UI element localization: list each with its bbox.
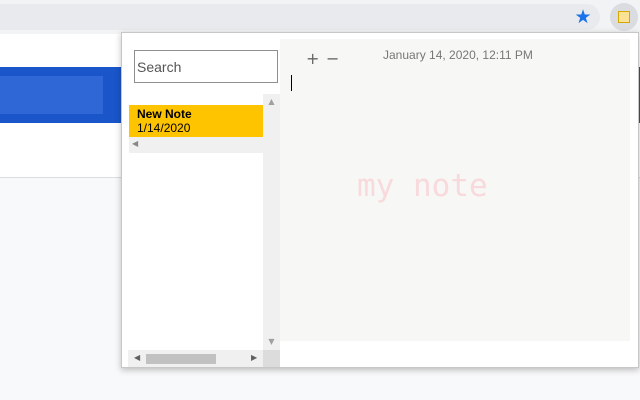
scroll-right-icon[interactable]: ▶ — [251, 353, 257, 362]
star-icon[interactable]: ★ — [573, 7, 593, 27]
add-note-button[interactable]: + — [306, 51, 319, 67]
horizontal-scrollbar[interactable]: ◀ ▶ — [128, 350, 263, 367]
notes-popup: New Note 1/14/2020 ◀ ▲ ▼ ◀ ▶ + − January… — [121, 32, 639, 368]
address-bar[interactable] — [0, 4, 600, 30]
scrollbar-thumb[interactable] — [146, 354, 216, 364]
scroll-left-icon[interactable]: ◀ — [132, 139, 138, 148]
scroll-down-icon[interactable]: ▼ — [263, 337, 280, 346]
list-item[interactable]: New Note 1/14/2020 — [129, 105, 263, 137]
scroll-up-icon[interactable]: ▲ — [263, 97, 280, 106]
delete-note-button[interactable]: − — [326, 51, 339, 67]
text-caret — [291, 75, 292, 91]
note-title: New Note — [137, 107, 192, 121]
sticky-note-icon — [618, 11, 630, 23]
extension-button[interactable] — [610, 3, 638, 31]
note-body-text[interactable]: my note — [357, 168, 488, 204]
search-input[interactable] — [134, 50, 278, 83]
vertical-scrollbar[interactable]: ▲ ▼ — [263, 94, 280, 350]
scroll-left-icon[interactable]: ◀ — [134, 353, 140, 362]
browser-toolbar: ★ — [0, 0, 640, 34]
page-banner-block — [0, 76, 103, 114]
note-date: 1/14/2020 — [137, 121, 191, 135]
scrollbar-corner — [263, 350, 280, 367]
note-timestamp: January 14, 2020, 12:11 PM — [383, 48, 533, 62]
notes-list: New Note 1/14/2020 ◀ ▲ ▼ ◀ ▶ — [128, 94, 280, 367]
note-editor[interactable]: + − January 14, 2020, 12:11 PM my note — [280, 39, 630, 341]
item-horizontal-scrollbar[interactable]: ◀ — [129, 137, 263, 153]
